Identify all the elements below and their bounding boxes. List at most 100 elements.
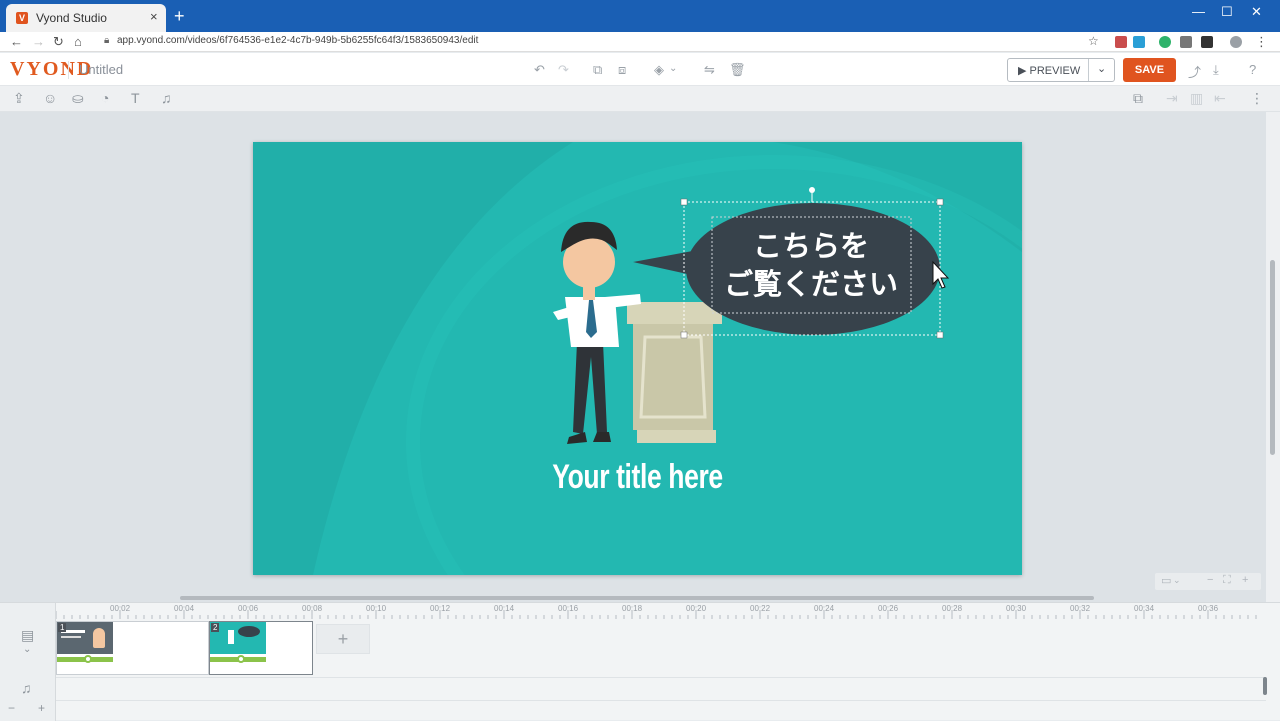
audio-track[interactable] [56,677,1266,701]
flip-icon[interactable]: ⇋ [704,62,715,78]
timeline-zoom-in-icon[interactable]: + [38,701,45,715]
horizontal-scrollbar[interactable] [180,596,1094,600]
preview-label: ▶ PREVIEW [1018,65,1081,77]
share-icon[interactable]: ⤴ [1188,62,1201,81]
scene-artwork [253,142,1022,575]
address-bar: ← → ↻ ⌂ 🔒︎ app.vyond.com/videos/6f764536… [0,32,1280,52]
extension-docs-icon[interactable] [1133,36,1145,48]
scene-canvas[interactable]: こちらを ご覧ください Your title here [253,142,1022,575]
bubble-line-2: ご覧ください [723,269,898,301]
ruler-tick-label: 00:22 [750,604,771,613]
ruler-tick-label: 00:02 [110,604,131,613]
scene-block-1[interactable]: 1 [56,621,209,675]
audio-track-icon[interactable]: ♫ [21,680,32,696]
ruler-tick-label: 00:36 [1198,604,1219,613]
preview-button[interactable]: ▶ PREVIEW ⌄ [1007,58,1115,82]
ruler-tick-label: 00:26 [878,604,899,613]
scene-block-2[interactable]: 2 [209,621,313,675]
zoom-chevron-icon[interactable]: ⌄ [1173,575,1181,586]
timeline-zoom-out-icon[interactable]: − [8,701,15,715]
scene-1-transition-knob[interactable] [84,655,92,663]
delete-icon[interactable]: 🗑︎ [729,62,746,78]
extension-evernote-icon[interactable] [1159,36,1171,48]
copy-icon[interactable]: ⧉ [593,62,602,78]
url-field[interactable]: app.vyond.com/videos/6f764536-e1e2-4c7b-… [117,35,478,46]
maximize-button[interactable]: ☐ [1221,4,1233,20]
asset-toolbar: ⇪ ☺ ⛀ ◔ T ♫ ⧉ ⇥ ▥ ⇤ ⋮ [0,86,1280,112]
preview-chevron-icon[interactable]: ⌄ [1097,62,1106,75]
props-icon[interactable]: ⛀ [72,90,84,107]
extension-more-icon[interactable] [1201,36,1213,48]
fit-screen-icon[interactable]: ▭ [1161,574,1171,587]
download-icon[interactable]: ⤓ [1213,62,1219,78]
lock-icon: 🔒︎ [104,35,110,46]
app-header: VYOND Untitled ↶ ↷ ⧉ ⧈ ◈ ⌄ ⇋ 🗑︎ ▶ PREVIE… [0,53,1280,86]
music-icon[interactable]: ♫ [161,90,172,106]
swap-icon[interactable]: ⧉ [1133,90,1143,107]
zoom-out-icon[interactable]: − [1207,574,1213,586]
exit-effect-icon[interactable]: ⇤ [1214,90,1226,107]
scene-title-text[interactable]: Your title here [338,458,938,497]
motion-icon[interactable]: ▥ [1190,90,1203,107]
vertical-scroll-thumb[interactable] [1270,260,1275,455]
header-divider [68,61,69,79]
speech-bubble-text[interactable]: こちらを ご覧ください [713,228,909,304]
save-button[interactable]: SAVE [1123,58,1176,82]
tab-title: Vyond Studio [36,11,107,25]
ruler-tick-label: 00:20 [686,604,707,613]
ruler-tick-label: 00:06 [238,604,259,613]
chrome-menu-icon[interactable]: ⋮ [1255,34,1268,50]
upload-icon[interactable]: ⇪ [13,90,25,107]
reload-icon[interactable]: ↻ [53,34,64,50]
text-icon[interactable]: T [131,90,140,106]
extension-camera-icon[interactable] [1180,36,1192,48]
help-icon[interactable]: ? [1249,62,1256,77]
fullscreen-icon[interactable]: ⛶ [1223,574,1231,587]
close-window-button[interactable]: ✕ [1251,4,1262,20]
bookmark-star-icon[interactable]: ☆ [1088,34,1099,48]
profile-avatar-icon[interactable] [1230,36,1242,48]
vertical-scrollbar[interactable] [1266,112,1280,602]
timeline-scroll-thumb[interactable] [1263,677,1267,695]
scene-1-number: 1 [58,623,67,632]
podium[interactable] [627,302,722,443]
add-scene-button[interactable]: + [316,624,370,654]
ruler-tick-label: 00:16 [558,604,579,613]
home-icon[interactable]: ⌂ [74,34,82,49]
scene-2-number: 2 [211,623,220,632]
layers-chevron-icon[interactable]: ⌄ [669,63,677,74]
bubble-line-1: こちらを [752,231,869,263]
chart-icon[interactable]: ◔ [101,90,109,106]
zoom-in-icon[interactable]: + [1242,574,1248,586]
ruler-tick-label: 00:10 [366,604,387,613]
scene-track-icon[interactable]: ▤ [21,627,34,644]
document-title[interactable]: Untitled [79,62,123,77]
ruler-tick-label: 00:08 [302,604,323,613]
browser-tab-bar: V Vyond Studio × + — ☐ ✕ [0,0,1280,32]
scene-2-transition-knob[interactable] [237,655,245,663]
undo-icon[interactable]: ↶ [534,62,545,78]
minimize-button[interactable]: — [1192,4,1205,19]
extension-pdf-icon[interactable] [1115,36,1127,48]
vyond-favicon-icon: V [16,12,28,24]
redo-icon[interactable]: ↷ [558,62,569,78]
character-icon[interactable]: ☺ [43,90,57,106]
paste-icon[interactable]: ⧈ [618,62,626,78]
businessman-character[interactable] [553,221,641,444]
forward-arrow-icon[interactable]: → [32,34,45,49]
tab-close-icon[interactable]: × [150,9,158,24]
ruler-tick-label: 00:18 [622,604,643,613]
scene-track-chevron-icon[interactable]: ⌄ [23,644,31,655]
more-options-icon[interactable]: ⋮ [1250,90,1264,107]
ruler-tick-label: 00:28 [942,604,963,613]
enter-effect-icon[interactable]: ⇥ [1166,90,1178,107]
back-arrow-icon[interactable]: ← [10,34,23,49]
ruler-tick-label: 00:30 [1006,604,1027,613]
ruler-tick-label: 00:32 [1070,604,1091,613]
ruler-tick-label: 00:14 [494,604,515,613]
browser-tab[interactable]: V Vyond Studio × [6,4,166,32]
layers-icon[interactable]: ◈ [654,62,664,78]
timeline-ruler[interactable]: 00:02 00:04 00:06 00:08 00:10 00:12 00:14 00:16… [56,603,1266,619]
ruler-tick-label: 00:04 [174,604,195,613]
new-tab-button[interactable]: + [174,6,185,27]
